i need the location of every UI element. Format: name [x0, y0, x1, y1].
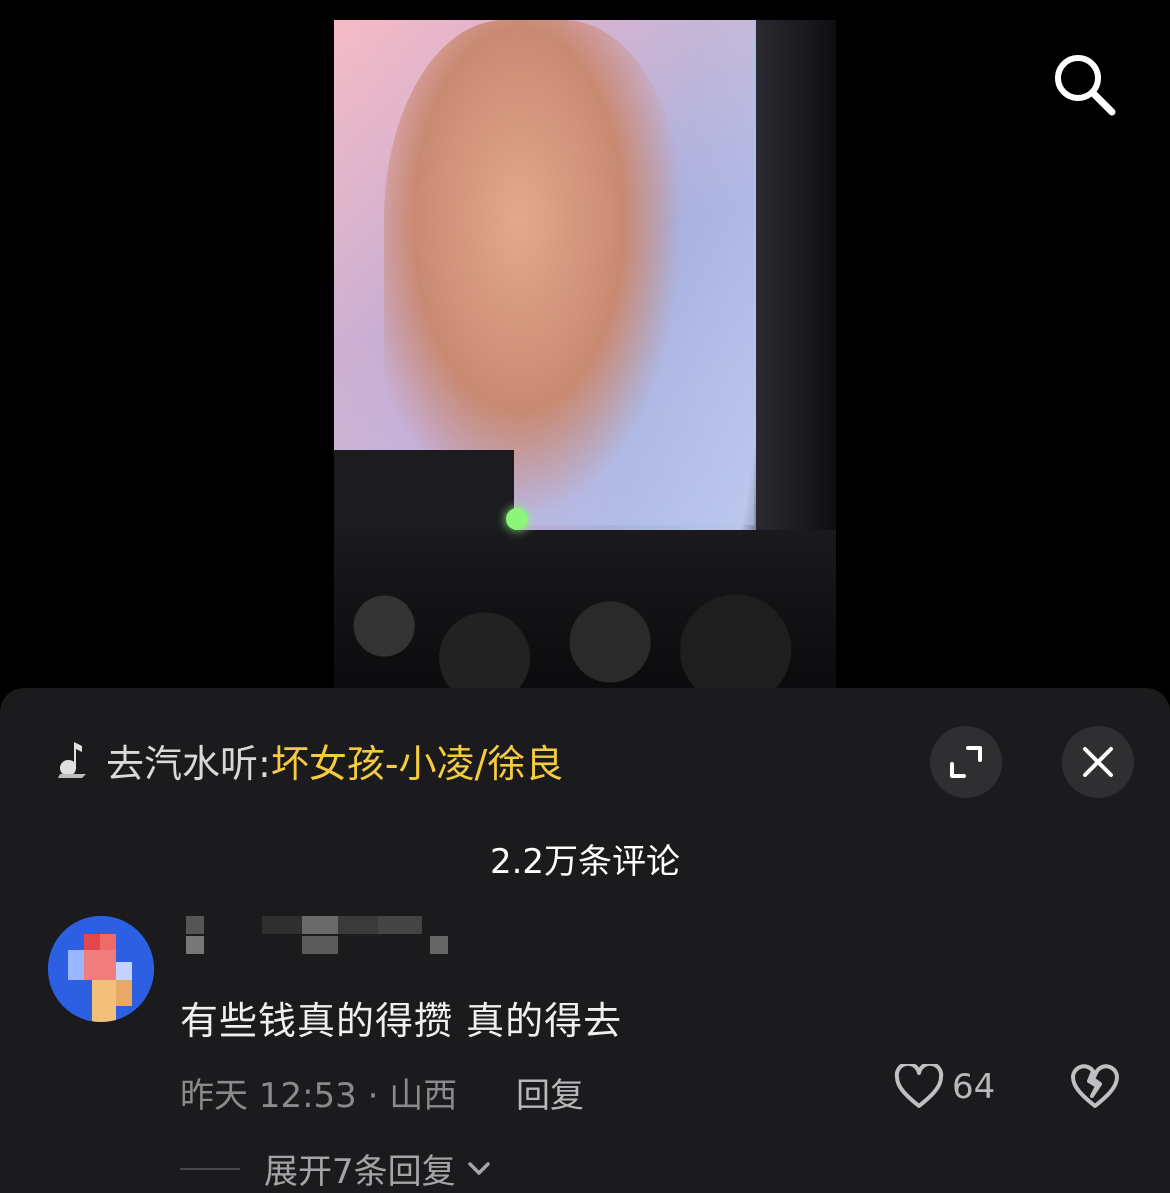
comment-time-location: 昨天 12:53 · 山西	[180, 1076, 458, 1116]
video-player[interactable]	[0, 0, 1170, 700]
music-prefix: 去汽水听:	[106, 741, 271, 786]
search-icon	[1055, 55, 1116, 116]
search-button[interactable]	[1052, 52, 1118, 118]
avatar-mosaic	[48, 916, 154, 1022]
music-note-icon	[58, 742, 86, 778]
comments-sheet: 去汽水听: 坏女孩-小凌/徐良 2.2万条评论 有些钱真的得攒 真的得去 昨天 …	[0, 688, 1170, 1193]
glow-wristband	[506, 508, 528, 530]
expand-replies-label: 展开7条回复	[264, 1152, 456, 1192]
comment-item: 有些钱真的得攒 真的得去 昨天 12:53 · 山西 回复 64 展开7条回复	[0, 908, 1170, 1193]
music-link[interactable]: 去汽水听: 坏女孩-小凌/徐良	[52, 728, 563, 792]
crowd	[334, 530, 836, 690]
video-frame	[334, 20, 836, 690]
chevron-down-icon	[467, 1161, 490, 1175]
username-mosaic	[186, 916, 448, 954]
avatar[interactable]	[48, 916, 154, 1022]
comment-text: 有些钱真的得攒 真的得去	[180, 999, 623, 1043]
close-icon	[1083, 747, 1113, 777]
broken-heart-icon	[1071, 1064, 1119, 1108]
expand-replies-button[interactable]: 展开7条回复	[180, 1144, 496, 1193]
like-button[interactable]: 64	[894, 1064, 995, 1110]
like-count: 64	[952, 1067, 996, 1107]
reply-button[interactable]: 回复	[516, 1068, 584, 1117]
replies-divider	[180, 1167, 240, 1170]
song-title[interactable]: 坏女孩-小凌/徐良	[271, 733, 564, 788]
heart-icon	[894, 1064, 944, 1108]
comment-count: 2.2万条评论	[489, 842, 681, 882]
expand-button[interactable]	[930, 726, 1002, 798]
expand-icon	[950, 746, 982, 778]
close-button[interactable]	[1062, 726, 1134, 798]
performer-belt	[334, 450, 514, 530]
performer-figure	[384, 20, 684, 520]
dislike-button[interactable]	[1070, 1062, 1120, 1112]
